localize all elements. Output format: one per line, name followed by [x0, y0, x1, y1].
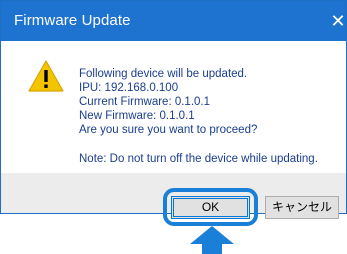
message-text: Following device will be updated. IPU: 1…	[79, 67, 257, 137]
warning-icon	[28, 60, 64, 92]
ok-button[interactable]: OK	[171, 196, 250, 219]
message-line: Current Firmware: 0.1.0.1	[79, 96, 211, 108]
close-icon[interactable]: ✕	[329, 11, 347, 31]
message-line: New Firmware: 0.1.0.1	[79, 110, 195, 122]
pointer-arrow-icon	[190, 226, 234, 254]
message-line: IPU: 192.168.0.100	[79, 82, 179, 94]
message-line: Following device will be updated.	[79, 68, 248, 80]
cancel-button[interactable]: キャンセル	[265, 196, 339, 219]
title-bar: Firmware Update ✕	[1, 1, 346, 41]
message-line: Are you sure you want to proceed?	[79, 124, 258, 136]
note-text: Note: Do not turn off the device while u…	[79, 153, 318, 165]
firmware-update-dialog: Firmware Update ✕ Following device will …	[0, 0, 347, 214]
dialog-title: Firmware Update	[14, 12, 131, 29]
dialog-content: Following device will be updated. IPU: 1…	[1, 41, 346, 173]
